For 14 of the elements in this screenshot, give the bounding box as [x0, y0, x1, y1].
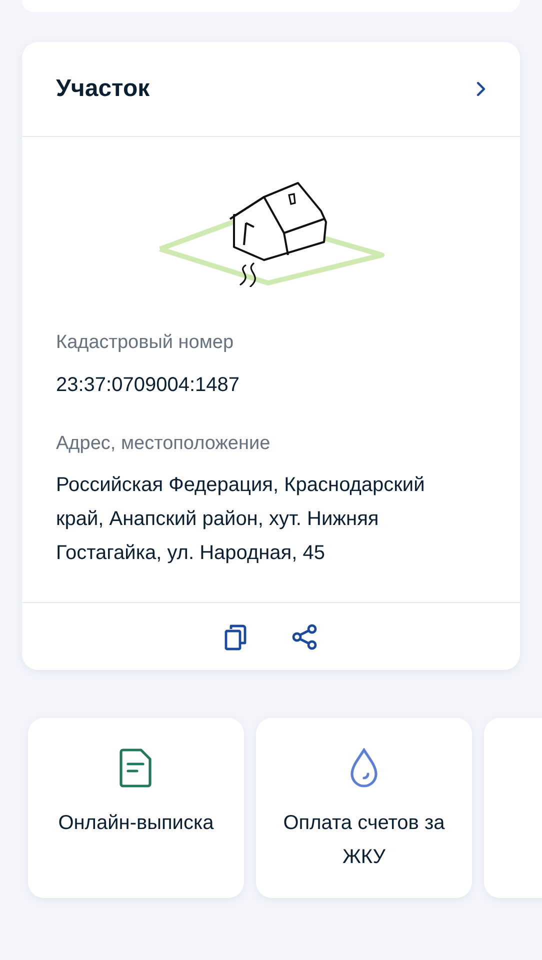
water-drop-icon — [349, 748, 379, 788]
document-icon — [119, 748, 153, 788]
chevron-right-icon[interactable] — [476, 81, 486, 97]
field-label: Адрес, местоположение — [56, 432, 272, 456]
card-title: Участок — [56, 74, 150, 104]
share-icon[interactable] — [291, 622, 319, 650]
service-card[interactable]: Онлайн-выписка — [28, 718, 244, 898]
service-card[interactable]: Оплата счетов за ЖКУ — [256, 718, 472, 898]
field-label: Кадастровый номер — [56, 331, 235, 355]
copy-icon[interactable] — [223, 622, 249, 650]
service-label: Оплата счетов за ЖКУ — [282, 811, 446, 870]
field-value: Российская Федерация, Краснодарский край, Анапский район, хут. Нижняя Гостагайка, ул. Народная, 45 — [56, 473, 426, 566]
field-value: 23:37:0709004:1487 — [56, 372, 241, 398]
service-label: Онлайн-выписка — [57, 811, 215, 836]
